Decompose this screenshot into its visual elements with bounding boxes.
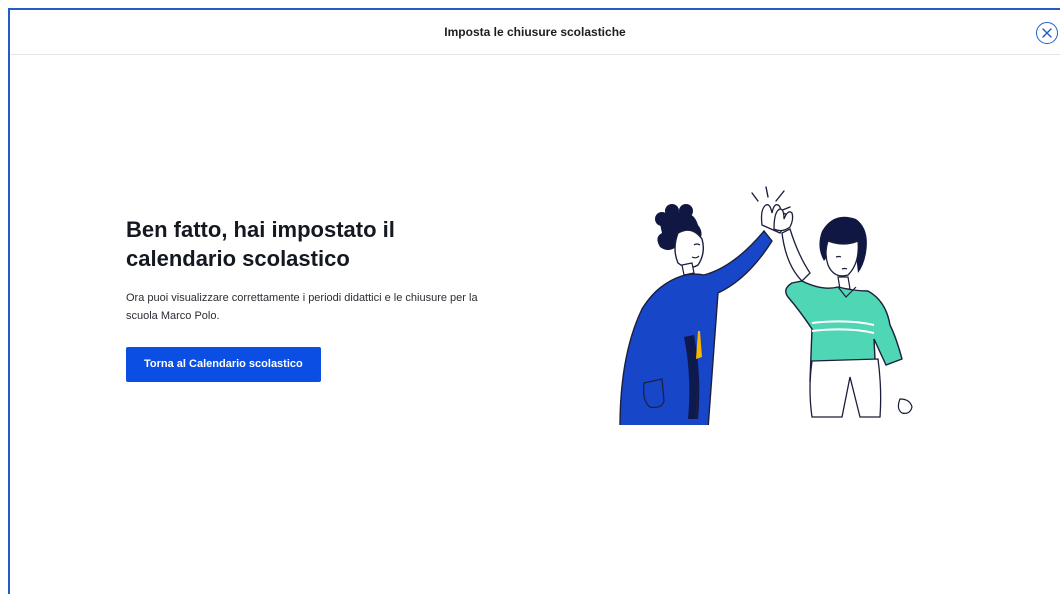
modal-header: Imposta le chiusure scolastiche: [10, 10, 1060, 55]
success-message: Ben fatto, hai impostato il calendario s…: [126, 215, 536, 382]
headline-line-2: calendario scolastico: [126, 246, 350, 271]
success-description: Ora puoi visualizzare correttamente i pe…: [126, 289, 536, 325]
modal-window: Imposta le chiusure scolastiche Ben fatt…: [8, 8, 1060, 594]
back-to-calendar-button[interactable]: Torna al Calendario scolastico: [126, 347, 321, 382]
left-person: [619, 204, 788, 425]
description-line-1: Ora puoi visualizzare correttamente i pe…: [126, 292, 478, 304]
high-five-illustration: [619, 186, 913, 425]
right-person: [773, 208, 913, 418]
close-icon: [1042, 28, 1052, 38]
success-headline: Ben fatto, hai impostato il calendario s…: [126, 215, 536, 273]
modal-title: Imposta le chiusure scolastiche: [444, 25, 626, 39]
close-button[interactable]: [1036, 22, 1058, 44]
headline-line-1: Ben fatto, hai impostato il: [126, 217, 395, 242]
description-line-2: scuola Marco Polo.: [126, 310, 220, 322]
